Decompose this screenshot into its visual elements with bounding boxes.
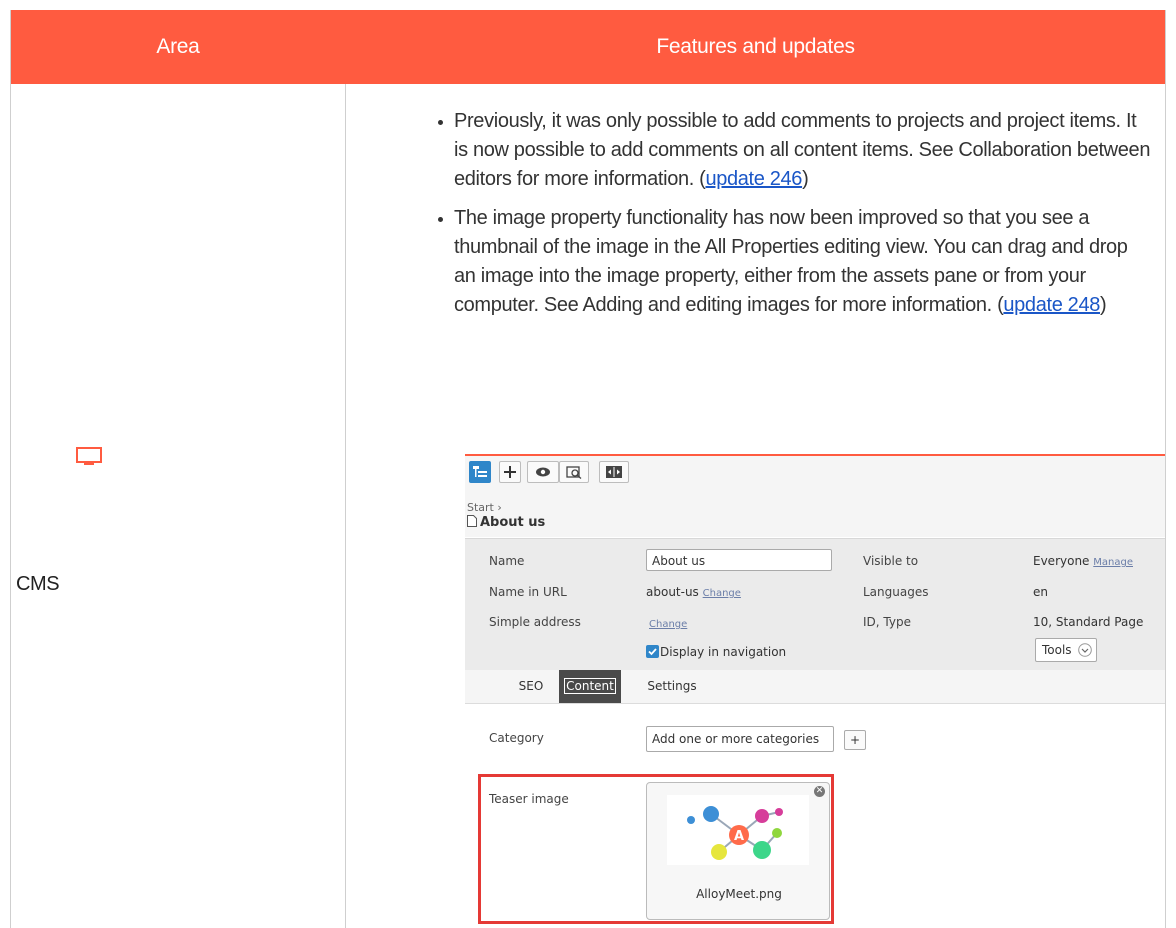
update-246-link[interactable]: update 246 xyxy=(705,168,802,190)
chevron-down-icon xyxy=(1078,643,1092,657)
tree-icon xyxy=(473,466,487,477)
category-input[interactable]: Add one or more categories xyxy=(646,726,834,752)
display-nav-checkbox[interactable] xyxy=(646,645,659,658)
list-item: Previously, it was only possible to add … xyxy=(438,107,1154,194)
url-label: Name in URL xyxy=(489,585,567,599)
alloymeet-logo-image: A xyxy=(667,795,809,865)
page-title: About us xyxy=(467,515,545,530)
tab-content[interactable]: Content xyxy=(559,670,621,703)
add-icon xyxy=(504,466,516,478)
category-label: Category xyxy=(489,731,544,745)
check-icon xyxy=(648,648,657,656)
features-column-header: Features and updates xyxy=(656,35,855,58)
tree-button[interactable] xyxy=(469,461,491,483)
sidebyside-button[interactable] xyxy=(599,461,629,483)
name-label: Name xyxy=(489,554,525,568)
teaser-image-card[interactable]: ✕ A AlloyMeet.png xyxy=(646,782,830,920)
editor-toolbar xyxy=(465,456,1165,489)
feature-list: Previously, it was only possible to add … xyxy=(438,107,1154,320)
preview-button[interactable] xyxy=(527,461,559,483)
sidebyside-icon xyxy=(606,466,622,478)
simple-address-change[interactable]: Change xyxy=(649,616,687,630)
teaser-image-label: Teaser image xyxy=(489,792,569,806)
languages-label: Languages xyxy=(863,585,929,599)
visible-label: Visible to xyxy=(863,554,919,568)
update-248-link[interactable]: update 248 xyxy=(1003,294,1100,316)
compare-button[interactable] xyxy=(559,461,589,483)
simple-address-label: Simple address xyxy=(489,615,581,629)
remove-image-icon[interactable]: ✕ xyxy=(814,786,825,797)
bullet-tail: ) xyxy=(802,168,809,190)
page-icon xyxy=(467,515,477,527)
monitor-icon xyxy=(76,447,102,465)
list-item: The image property functionality has now… xyxy=(438,204,1154,320)
bullet-dot xyxy=(438,120,443,125)
id-type-value: 10, Standard Page xyxy=(1033,615,1144,629)
visible-value: Everyone Manage xyxy=(1033,554,1133,568)
languages-value: en xyxy=(1033,585,1048,599)
table-header: Area Features and updates xyxy=(11,10,1165,84)
svg-text:A: A xyxy=(734,829,744,844)
tab-settings[interactable]: Settings xyxy=(637,670,707,703)
url-value: about-us Change xyxy=(646,585,741,599)
url-change-link[interactable]: Change xyxy=(703,588,741,599)
display-nav-label: Display in navigation xyxy=(660,645,787,659)
column-divider xyxy=(345,84,346,928)
content-tab-panel: Category Add one or more categories + Te… xyxy=(465,704,1165,926)
area-name: CMS xyxy=(16,573,60,595)
add-button[interactable] xyxy=(499,461,521,483)
bullet-tail: ) xyxy=(1100,294,1107,316)
manage-link[interactable]: Manage xyxy=(1093,557,1133,568)
properties-panel: Name About us Visible to Everyone Manage… xyxy=(465,539,1165,670)
tools-dropdown[interactable]: Tools xyxy=(1035,638,1097,662)
breadcrumb-start[interactable]: Start › xyxy=(467,501,502,514)
name-input[interactable]: About us xyxy=(646,549,832,571)
image-filename: AlloyMeet.png xyxy=(696,887,782,901)
tab-bar: SEO Content Settings xyxy=(465,670,1165,704)
tab-seo[interactable]: SEO xyxy=(505,670,557,703)
add-category-button[interactable]: + xyxy=(844,730,866,750)
area-column-header: Area xyxy=(156,35,200,58)
breadcrumb: Start › About us xyxy=(465,489,1165,537)
cms-screenshot: Start › About us Name About us Visible t… xyxy=(465,454,1165,926)
compare-icon xyxy=(566,465,582,479)
id-type-label: ID, Type xyxy=(863,615,911,629)
bullet-dot xyxy=(438,217,443,222)
preview-icon xyxy=(536,467,550,477)
